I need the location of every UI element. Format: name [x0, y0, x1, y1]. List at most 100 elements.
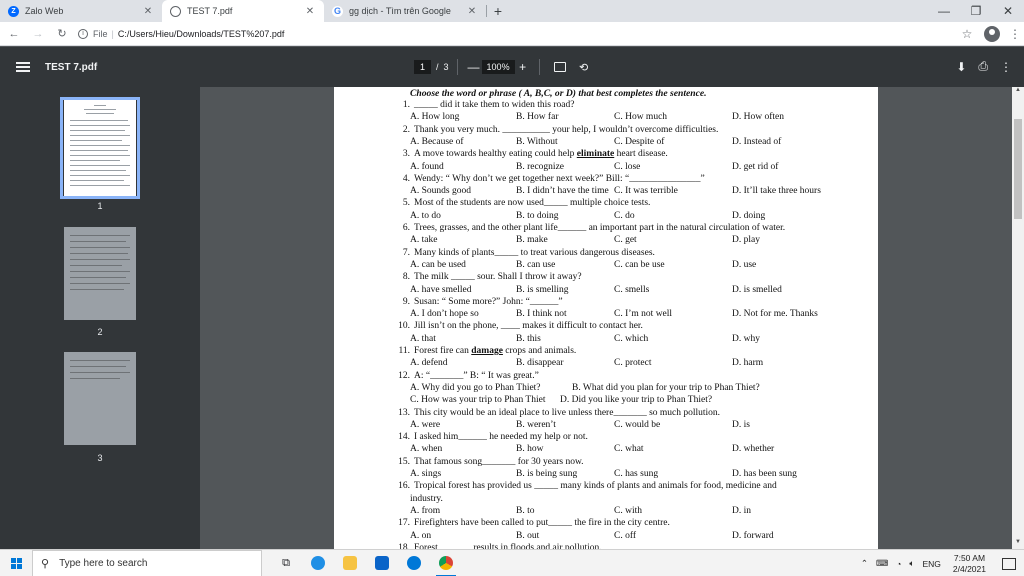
- taskbar-search-input[interactable]: ⚲ Type here to search: [32, 549, 262, 576]
- fit-page-icon[interactable]: [552, 59, 568, 75]
- instruction-heading: Choose the word or phrase ( A, B,C, or D…: [410, 88, 707, 99]
- question-stem: Firefighters have been called to put____…: [414, 518, 670, 529]
- thumbnail-page-2[interactable]: [64, 227, 136, 320]
- download-icon[interactable]: ⬇: [956, 60, 966, 74]
- page-number-input[interactable]: 1: [414, 60, 432, 74]
- new-tab-button[interactable]: +: [487, 0, 509, 22]
- answer-option: D. forward: [732, 530, 774, 541]
- volume-icon[interactable]: 🔈︎: [909, 558, 914, 569]
- forward-button[interactable]: →: [28, 24, 48, 44]
- answer-option: C. get: [614, 235, 637, 246]
- question-stem: _____ did it take them to widen this roa…: [414, 100, 575, 110]
- question-stem: Many kinds of plants_____ to treat vario…: [414, 247, 655, 258]
- chrome-menu-icon[interactable]: ⋮: [1006, 27, 1024, 41]
- mail-icon[interactable]: [366, 550, 398, 576]
- task-view-icon[interactable]: ⧉: [270, 550, 302, 576]
- answer-option: C. has sung: [614, 469, 659, 479]
- address-bar[interactable]: i File | C:/Users/Hieu/Downloads/TEST%20…: [78, 25, 978, 43]
- answer-option: A. found: [410, 161, 444, 172]
- pdf-toolbar: TEST 7.pdf 1 / 3 — 100% + ⟲ ⬇ ⎙ ⋮: [0, 47, 1024, 87]
- question-text: 10. Jill isn’t on the phone, ____ makes i…: [384, 321, 643, 331]
- answer-option: D. use: [732, 259, 757, 270]
- answer-option: D. is: [732, 419, 750, 430]
- answer-option: C. protect: [614, 358, 652, 369]
- question-number: 15.: [398, 456, 410, 467]
- answer-option: B. to: [516, 505, 535, 516]
- reload-button[interactable]: ↻: [52, 24, 72, 44]
- answer-option: B. Without: [516, 136, 558, 147]
- minimize-button[interactable]: —: [928, 0, 960, 22]
- clock-time: 7:50 AM: [953, 552, 986, 563]
- answer-option: B. What did you plan for your trip to Ph…: [572, 382, 760, 393]
- scrollbar-thumb[interactable]: [1014, 119, 1022, 219]
- clock[interactable]: 7:50 AM 2/4/2021: [953, 553, 986, 575]
- rotate-icon[interactable]: ⟲: [576, 59, 592, 75]
- question-stem: That famous song_______ for 30 years now…: [414, 456, 584, 467]
- answer-option: C. do: [614, 210, 635, 221]
- tab-google[interactable]: G gg dịch - Tìm trên Google ✕: [324, 0, 486, 22]
- question-number: 8.: [402, 272, 410, 283]
- answer-option: C. How was your trip to Phan Thiet: [410, 395, 546, 406]
- info-icon[interactable]: i: [78, 28, 88, 39]
- close-icon[interactable]: ✕: [142, 6, 154, 17]
- answer-option: C. with: [614, 505, 642, 516]
- chrome-icon[interactable]: [430, 550, 462, 576]
- zoom-out-button[interactable]: —: [466, 60, 482, 74]
- profile-avatar[interactable]: [984, 26, 1000, 42]
- search-icon: ⚲: [41, 557, 50, 570]
- restore-button[interactable]: ❐: [960, 0, 992, 22]
- answer-option: D. play: [732, 235, 760, 246]
- close-icon[interactable]: ✕: [304, 6, 316, 17]
- scroll-down-icon[interactable]: ▼: [1012, 539, 1024, 549]
- question-text: 12. A: “_______” B: “ It was great.”: [384, 371, 539, 381]
- chevron-up-icon[interactable]: ⌃: [861, 558, 868, 569]
- edge-icon[interactable]: [302, 550, 334, 576]
- pdf-viewer[interactable]: Choose the word or phrase ( A, B,C, or D…: [200, 87, 1012, 549]
- answer-option: A. Why did you go to Phan Thiet?: [410, 382, 541, 393]
- answer-option: C. I’m not well: [614, 309, 673, 320]
- language-indicator[interactable]: ENG: [922, 559, 940, 569]
- back-button[interactable]: ←: [4, 24, 24, 44]
- notification-icon[interactable]: [1002, 557, 1016, 570]
- question-stem: This city would be an ideal place to liv…: [414, 407, 721, 418]
- edge-legacy-icon[interactable]: [398, 550, 430, 576]
- file-explorer-icon[interactable]: [334, 550, 366, 576]
- answer-option: A. have smelled: [410, 284, 472, 295]
- question-stem: Forest fire can: [414, 346, 472, 356]
- answer-option: D. Instead of: [732, 136, 782, 147]
- question-stem: Wendy: “ Why don’t we get together next …: [414, 173, 705, 184]
- keyboard-icon[interactable]: ⌨: [876, 558, 888, 569]
- pdf-title: TEST 7.pdf: [45, 61, 98, 73]
- more-options-icon[interactable]: ⋮: [1000, 60, 1012, 74]
- answer-option: B. to doing: [516, 210, 559, 221]
- tab-zalo[interactable]: Z Zalo Web ✕: [0, 0, 162, 22]
- scroll-up-icon[interactable]: ▲: [1012, 87, 1024, 97]
- tab-test7[interactable]: TEST 7.pdf ✕: [162, 0, 324, 22]
- network-icon[interactable]: ◔: [896, 559, 901, 569]
- print-icon[interactable]: ⎙: [978, 59, 988, 74]
- question-text: 6. Trees, grasses, and the other plant li…: [384, 223, 785, 233]
- window-close-button[interactable]: ✕: [992, 0, 1024, 22]
- thumbnail-page-1[interactable]: [64, 100, 136, 196]
- answer-option: B. can use: [516, 259, 556, 270]
- question-text: 14. I asked him______ he needed my help o…: [384, 432, 588, 442]
- windows-taskbar: ⚲ Type here to search ⧉ ⌃ ⌨ ◔ 🔈︎ ENG 7:5…: [0, 549, 1024, 576]
- thumbnail-page-3[interactable]: [64, 352, 136, 445]
- answer-option: B. is being sung: [516, 469, 578, 479]
- answer-option: B. weren’t: [516, 419, 556, 430]
- vertical-scrollbar[interactable]: ▲ ▼: [1012, 87, 1024, 549]
- answer-option: A. I don’t hope so: [410, 309, 479, 320]
- answer-option: D. why: [732, 333, 760, 344]
- menu-icon[interactable]: [16, 62, 30, 72]
- answer-option: A. from: [410, 505, 441, 516]
- question-stem: Thank you very much. __________ your hel…: [414, 124, 719, 135]
- zoom-in-button[interactable]: +: [515, 60, 531, 74]
- answer-option: B. I didn’t have the time: [516, 186, 609, 197]
- question-stem: Trees, grasses, and the other plant life…: [414, 223, 786, 233]
- zoom-input[interactable]: 100%: [481, 60, 515, 74]
- windows-start-icon[interactable]: [0, 550, 32, 576]
- bookmark-star-icon[interactable]: ☆: [956, 27, 978, 41]
- answer-option: D. is smelled: [732, 284, 782, 295]
- close-icon[interactable]: ✕: [466, 6, 478, 17]
- url-divider: |: [111, 28, 114, 39]
